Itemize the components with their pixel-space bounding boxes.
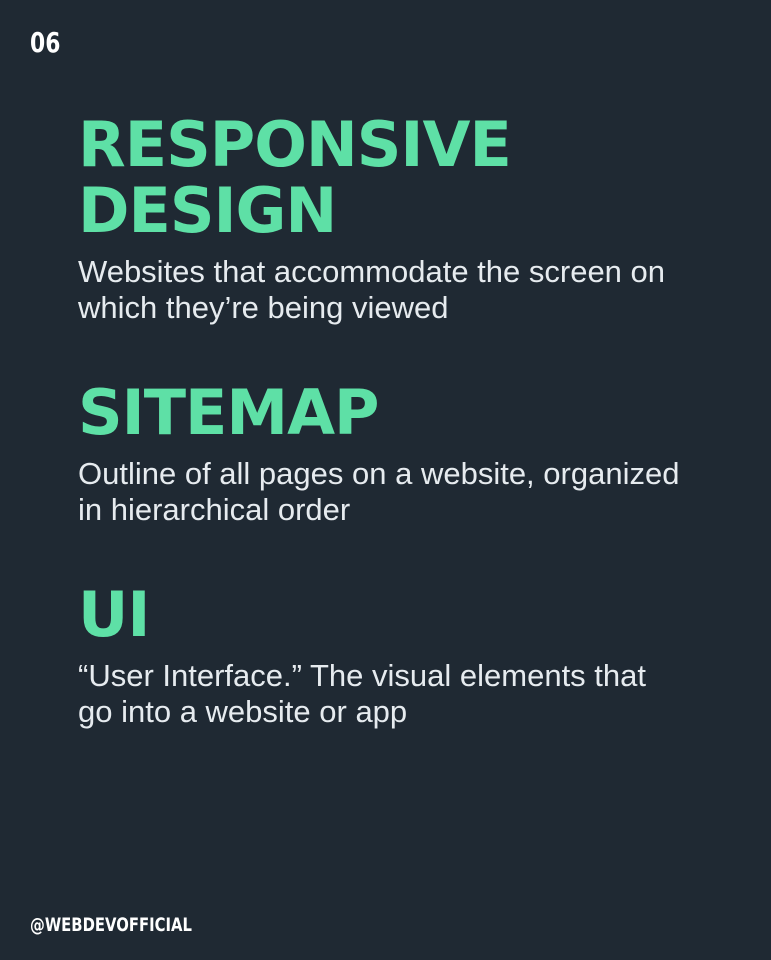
term-title: UI bbox=[78, 582, 646, 648]
term-description-line: Websites that accommodate the screen on bbox=[78, 254, 666, 289]
term-sitemap: SITEMAP Outline of all pages on a websit… bbox=[78, 380, 679, 528]
term-title-line: RESPONSIVE bbox=[78, 108, 512, 181]
term-description: Websites that accommodate the screen on … bbox=[78, 254, 665, 326]
term-description-line: go into a website or app bbox=[78, 694, 408, 729]
slide-number: 06 bbox=[30, 26, 61, 59]
term-description-line: Outline of all pages on a website, organ… bbox=[78, 456, 680, 491]
term-title: SITEMAP bbox=[78, 380, 679, 446]
term-title-line: SITEMAP bbox=[78, 376, 380, 449]
term-description: “User Interface.” The visual elements th… bbox=[78, 658, 646, 730]
term-ui: UI “User Interface.” The visual elements… bbox=[78, 582, 646, 730]
term-title-line: UI bbox=[78, 578, 150, 651]
term-description-line: in hierarchical order bbox=[78, 492, 351, 527]
term-description-line: which they’re being viewed bbox=[78, 290, 449, 325]
term-title-line: DESIGN bbox=[78, 174, 337, 247]
term-responsive-design: RESPONSIVE DESIGN Websites that accommod… bbox=[78, 112, 665, 326]
term-title: RESPONSIVE DESIGN bbox=[78, 112, 665, 244]
term-description: Outline of all pages on a website, organ… bbox=[78, 456, 679, 528]
term-description-line: “User Interface.” The visual elements th… bbox=[78, 658, 647, 693]
footer-handle: @WEBDEVOFFICIAL bbox=[30, 914, 192, 936]
